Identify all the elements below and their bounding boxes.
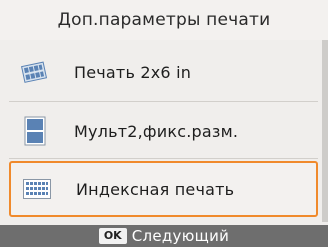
two-up-layout-icon (18, 114, 52, 148)
footer-bar: OK Следующий (0, 225, 328, 247)
next-label: Следующий (131, 227, 230, 245)
divider (9, 158, 318, 159)
print-options-screen: Доп.параметры печати Печать 2x6 in Мульт… (0, 0, 328, 247)
scrollbar-thumb[interactable] (322, 40, 328, 222)
menu-item-two-up-fixed-size[interactable]: Мульт2,фикс.разм. (9, 105, 318, 157)
menu-item-label: Печать 2x6 in (74, 62, 192, 82)
strip-print-icon (18, 55, 52, 89)
menu-item-label: Индексная печать (76, 179, 235, 199)
index-grid-icon (20, 172, 54, 206)
divider (9, 101, 318, 102)
ok-button[interactable]: OK (98, 228, 127, 244)
menu-item-strip-print[interactable]: Печать 2x6 in (9, 46, 318, 98)
menu-item-label: Мульт2,фикс.разм. (74, 121, 239, 141)
page-title: Доп.параметры печати (0, 0, 328, 40)
menu-item-index-print[interactable]: Индексная печать (9, 161, 318, 217)
